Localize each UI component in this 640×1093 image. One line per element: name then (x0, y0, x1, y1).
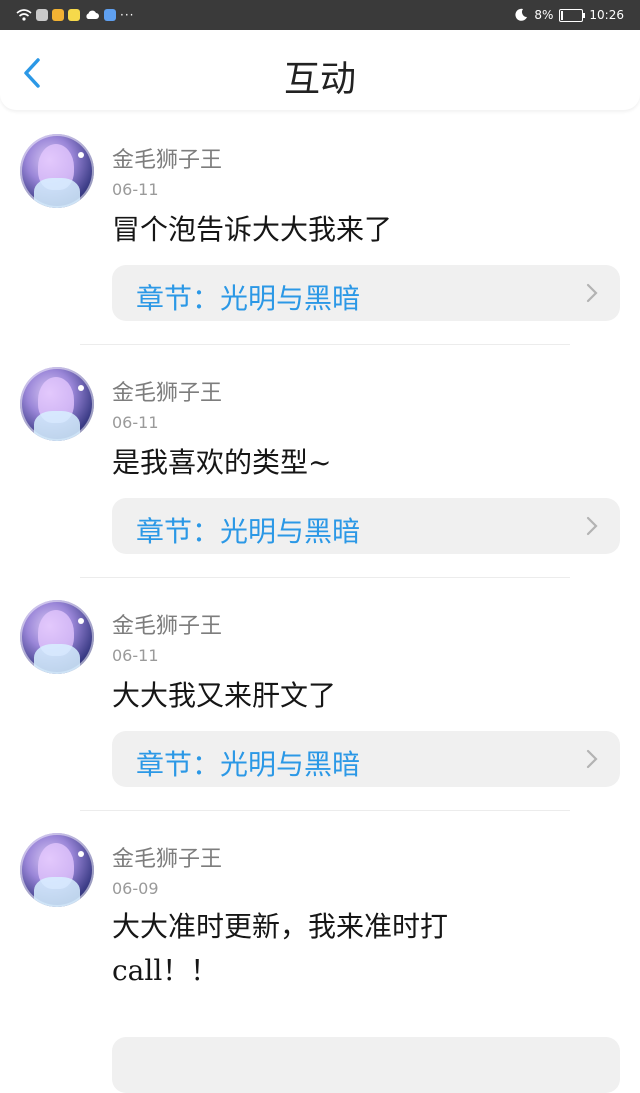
more-notifications-indicator: ··· (120, 8, 135, 22)
comment-date: 06-09 (112, 879, 159, 898)
page-title: 互动 (283, 59, 356, 100)
comment-date: 06-11 (112, 180, 159, 199)
comment-date: 06-11 (112, 646, 159, 665)
user-name[interactable]: 金毛狮子王 (112, 608, 222, 640)
status-bar: ··· 8% 10:26 (0, 0, 640, 30)
avatar[interactable] (20, 833, 94, 907)
battery-percent: 8% (534, 8, 554, 22)
battery-icon (559, 8, 586, 22)
comment-text: 大大准时更新，我来准时打call！！ (112, 910, 449, 987)
chapter-link[interactable] (112, 1037, 620, 1093)
chevron-right-icon (586, 516, 598, 536)
status-time: 10:26 (589, 8, 624, 22)
comment-text: 大大我又来肝文了 (112, 679, 337, 712)
list-item: 金毛狮子王 06-11 是我喜欢的类型~ 章节：光明与黑暗 (0, 345, 640, 578)
comment-date: 06-11 (112, 413, 159, 432)
chapter-label: 章节：光明与黑暗 (136, 515, 361, 548)
chapter-label: 章节：光明与黑暗 (136, 282, 361, 315)
moon-icon (515, 8, 528, 21)
chevron-right-icon (586, 749, 598, 769)
cloud-icon (86, 10, 99, 19)
app-icon (104, 9, 116, 21)
status-bar-right: 8% 10:26 (514, 6, 624, 24)
status-bar-left: ··· (16, 6, 134, 24)
app-icon (68, 9, 80, 21)
avatar[interactable] (20, 134, 94, 208)
chapter-link[interactable]: 章节：光明与黑暗 (112, 731, 620, 787)
user-name[interactable]: 金毛狮子王 (112, 841, 222, 873)
avatar[interactable] (20, 367, 94, 441)
chapter-link[interactable]: 章节：光明与黑暗 (112, 265, 620, 321)
chapter-label: 章节：光明与黑暗 (136, 748, 361, 781)
chapter-link[interactable]: 章节：光明与黑暗 (112, 498, 620, 554)
wifi-icon (16, 9, 32, 21)
app-icon (36, 9, 48, 21)
list-item: 金毛狮子王 06-11 冒个泡告诉大大我来了 章节：光明与黑暗 (0, 112, 640, 345)
top-bar: 互动 (0, 30, 640, 110)
comment-text: 冒个泡告诉大大我来了 (112, 213, 393, 246)
chevron-right-icon (586, 283, 598, 303)
interaction-list: 金毛狮子王 06-11 冒个泡告诉大大我来了 章节：光明与黑暗 金毛狮子王 06… (0, 112, 640, 1093)
user-name[interactable]: 金毛狮子王 (112, 375, 222, 407)
list-item: 金毛狮子王 06-11 大大我又来肝文了 章节：光明与黑暗 (0, 578, 640, 811)
list-item: 金毛狮子王 06-09 大大准时更新，我来准时打call！！ (0, 811, 640, 1093)
app-icon (52, 9, 64, 21)
avatar[interactable] (20, 600, 94, 674)
user-name[interactable]: 金毛狮子王 (112, 142, 222, 174)
comment-text: 是我喜欢的类型~ (112, 446, 332, 479)
